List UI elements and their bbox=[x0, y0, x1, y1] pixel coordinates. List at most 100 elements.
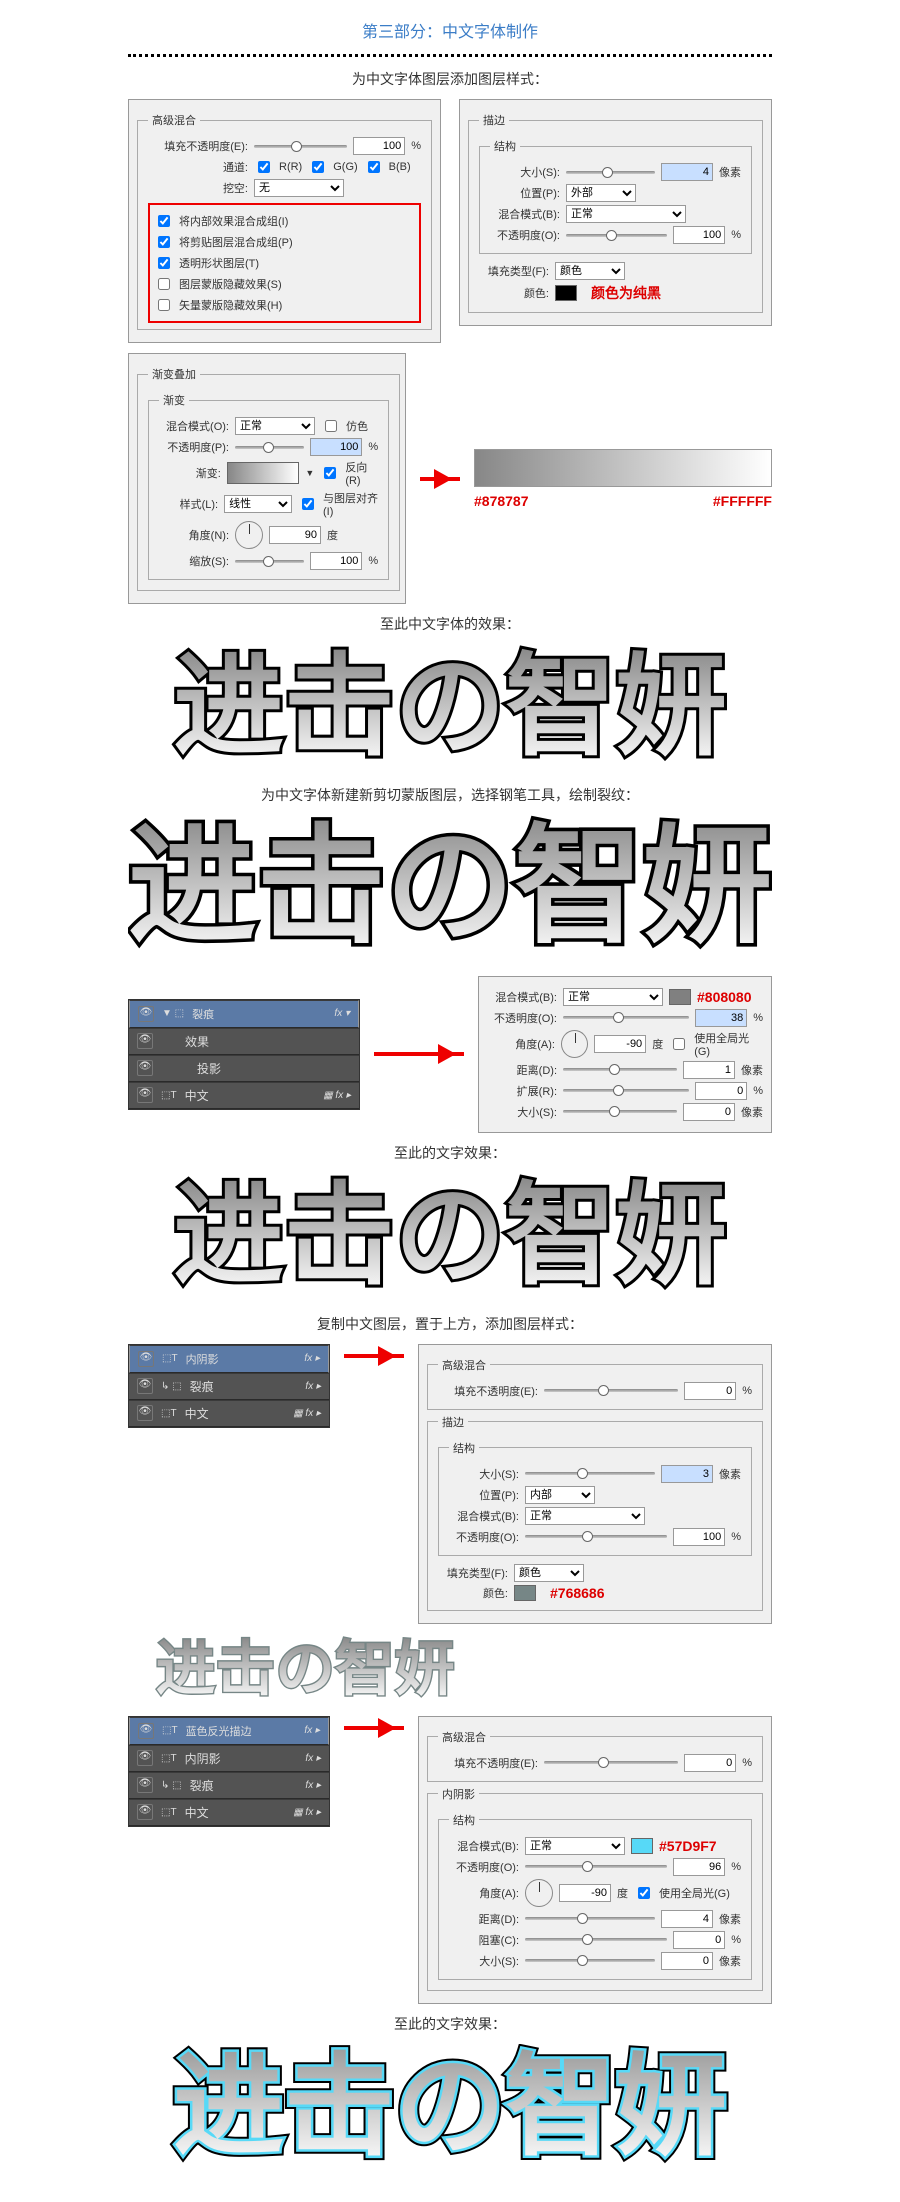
eye-icon[interactable]: 👁 bbox=[137, 1405, 153, 1421]
reverse-check[interactable] bbox=[324, 467, 336, 479]
layer-row[interactable]: 👁⬚T内阴影fx ▸ bbox=[129, 1345, 329, 1373]
opt1-check[interactable] bbox=[158, 215, 170, 227]
s2-blend-select[interactable]: 正常 bbox=[525, 1507, 645, 1525]
eye-icon[interactable]: 👁 bbox=[137, 1777, 153, 1793]
filltype-select[interactable]: 颜色 bbox=[555, 262, 625, 280]
in-global-check[interactable] bbox=[638, 1887, 650, 1899]
adv2-input[interactable] bbox=[684, 1382, 736, 1400]
sh-size-input[interactable] bbox=[683, 1103, 735, 1121]
s2-size-input[interactable] bbox=[661, 1465, 713, 1483]
in-op-input[interactable] bbox=[673, 1858, 725, 1876]
angle-dial[interactable] bbox=[235, 521, 263, 549]
in-choke-slider[interactable] bbox=[525, 1938, 667, 1941]
sh-swatch[interactable] bbox=[669, 989, 691, 1005]
s2-swatch[interactable] bbox=[514, 1585, 536, 1601]
sh-blend-select[interactable]: 正常 bbox=[563, 988, 663, 1006]
in-angle-input[interactable] bbox=[559, 1884, 611, 1902]
opt3-check[interactable] bbox=[158, 257, 170, 269]
in-size-input[interactable] bbox=[661, 1952, 713, 1970]
fx-icon[interactable]: fx ▸ bbox=[305, 1780, 321, 1791]
eye-icon[interactable]: 👁 bbox=[137, 1750, 153, 1766]
scale-input[interactable] bbox=[310, 552, 362, 570]
opacity-input[interactable] bbox=[673, 226, 725, 244]
sh-op-input[interactable] bbox=[695, 1009, 747, 1027]
layer-row[interactable]: 👁投影 bbox=[129, 1055, 359, 1082]
angle-dial[interactable] bbox=[561, 1030, 588, 1058]
fx-icon[interactable]: ▦ fx ▸ bbox=[293, 1807, 321, 1818]
s2-pos-select[interactable]: 内部 bbox=[525, 1486, 595, 1504]
angle-dial[interactable] bbox=[525, 1879, 553, 1907]
r-check[interactable] bbox=[258, 161, 270, 173]
layer-row[interactable]: 👁↳ ⬚裂痕fx ▸ bbox=[129, 1772, 329, 1799]
eye-icon[interactable]: 👁 bbox=[137, 1378, 153, 1394]
fx-icon[interactable]: ▦ fx ▸ bbox=[293, 1408, 321, 1419]
layer-row[interactable]: 👁⬚T中文▦ fx ▸ bbox=[129, 1400, 329, 1427]
fx-icon[interactable]: fx ▸ bbox=[305, 1753, 321, 1764]
fill-input[interactable] bbox=[353, 137, 405, 155]
s2-op-input[interactable] bbox=[673, 1528, 725, 1546]
opt4-check[interactable] bbox=[158, 278, 170, 290]
eye-icon[interactable]: 👁 bbox=[137, 1033, 153, 1049]
in-swatch[interactable] bbox=[631, 1838, 653, 1854]
sh-spread-input[interactable] bbox=[695, 1082, 747, 1100]
gov-opacity-slider[interactable] bbox=[235, 446, 304, 449]
dither-check[interactable] bbox=[325, 420, 337, 432]
sh-spread-slider[interactable] bbox=[563, 1089, 689, 1092]
in-dist-input[interactable] bbox=[661, 1910, 713, 1928]
opt2-check[interactable] bbox=[158, 236, 170, 248]
eye-icon[interactable]: 👁 bbox=[138, 1006, 154, 1022]
in-op-slider[interactable] bbox=[525, 1865, 667, 1868]
eye-icon[interactable]: 👁 bbox=[137, 1087, 153, 1103]
sh-angle-input[interactable] bbox=[594, 1035, 646, 1053]
in-dist-slider[interactable] bbox=[525, 1917, 655, 1920]
b-check[interactable] bbox=[368, 161, 380, 173]
eye-icon[interactable]: 👁 bbox=[138, 1351, 154, 1367]
angle-input[interactable] bbox=[269, 526, 321, 544]
opt5-check[interactable] bbox=[158, 299, 170, 311]
grad-preview[interactable] bbox=[227, 462, 300, 484]
adv3-input[interactable] bbox=[684, 1754, 736, 1772]
in-blend-select[interactable]: 正常 bbox=[525, 1837, 625, 1855]
layer-row[interactable]: 👁⬚T内阴影fx ▸ bbox=[129, 1745, 329, 1772]
adv3-slider[interactable] bbox=[544, 1761, 678, 1764]
layer-row[interactable]: 👁▼ ⬚裂痕fx ▾ bbox=[129, 1000, 359, 1028]
layer-row[interactable]: 👁效果 bbox=[129, 1028, 359, 1055]
gradient-editor[interactable] bbox=[474, 449, 772, 487]
s2-ft-select[interactable]: 颜色 bbox=[514, 1564, 584, 1582]
layer-row[interactable]: 👁⬚T中文▦ fx ▸ bbox=[129, 1799, 329, 1826]
eye-icon[interactable]: 👁 bbox=[137, 1060, 153, 1076]
s2-size-slider[interactable] bbox=[525, 1472, 655, 1475]
eye-icon[interactable]: 👁 bbox=[138, 1723, 154, 1739]
in-size-slider[interactable] bbox=[525, 1959, 655, 1962]
layer-row[interactable]: 👁⬚T中文▦ fx ▸ bbox=[129, 1082, 359, 1109]
opacity-slider[interactable] bbox=[566, 234, 667, 237]
eye-icon[interactable]: 👁 bbox=[137, 1804, 153, 1820]
color-swatch[interactable] bbox=[555, 285, 577, 301]
size-slider[interactable] bbox=[566, 171, 655, 174]
fill-slider[interactable] bbox=[254, 145, 347, 148]
s2-op-slider[interactable] bbox=[525, 1535, 667, 1538]
size-input[interactable] bbox=[661, 163, 713, 181]
layer-row[interactable]: 👁↳ ⬚裂痕fx ▸ bbox=[129, 1373, 329, 1400]
g-check[interactable] bbox=[312, 161, 324, 173]
style-select[interactable]: 线性 bbox=[224, 495, 292, 513]
knockout-select[interactable]: 无 bbox=[254, 179, 344, 197]
global-check[interactable] bbox=[673, 1038, 685, 1050]
adv2-slider[interactable] bbox=[544, 1389, 678, 1392]
fx-icon[interactable]: fx ▸ bbox=[305, 1381, 321, 1392]
fx-icon[interactable]: ▦ fx ▸ bbox=[323, 1090, 351, 1101]
scale-slider[interactable] bbox=[235, 560, 304, 563]
sh-dist-slider[interactable] bbox=[563, 1068, 677, 1071]
blend-select[interactable]: 正常 bbox=[566, 205, 686, 223]
fx-icon[interactable]: fx ▸ bbox=[304, 1725, 320, 1736]
in-choke-input[interactable] bbox=[673, 1931, 725, 1949]
gov-opacity-input[interactable] bbox=[310, 438, 362, 456]
fx-icon[interactable]: fx ▾ bbox=[334, 1008, 350, 1019]
align-check[interactable] bbox=[302, 498, 314, 510]
sh-op-slider[interactable] bbox=[563, 1016, 689, 1019]
fx-icon[interactable]: fx ▸ bbox=[304, 1353, 320, 1364]
pos-select[interactable]: 外部 bbox=[566, 184, 636, 202]
gov-blend-select[interactable]: 正常 bbox=[235, 417, 315, 435]
sh-size-slider[interactable] bbox=[563, 1110, 677, 1113]
layer-row[interactable]: 👁⬚T蓝色反光描边fx ▸ bbox=[129, 1717, 329, 1745]
